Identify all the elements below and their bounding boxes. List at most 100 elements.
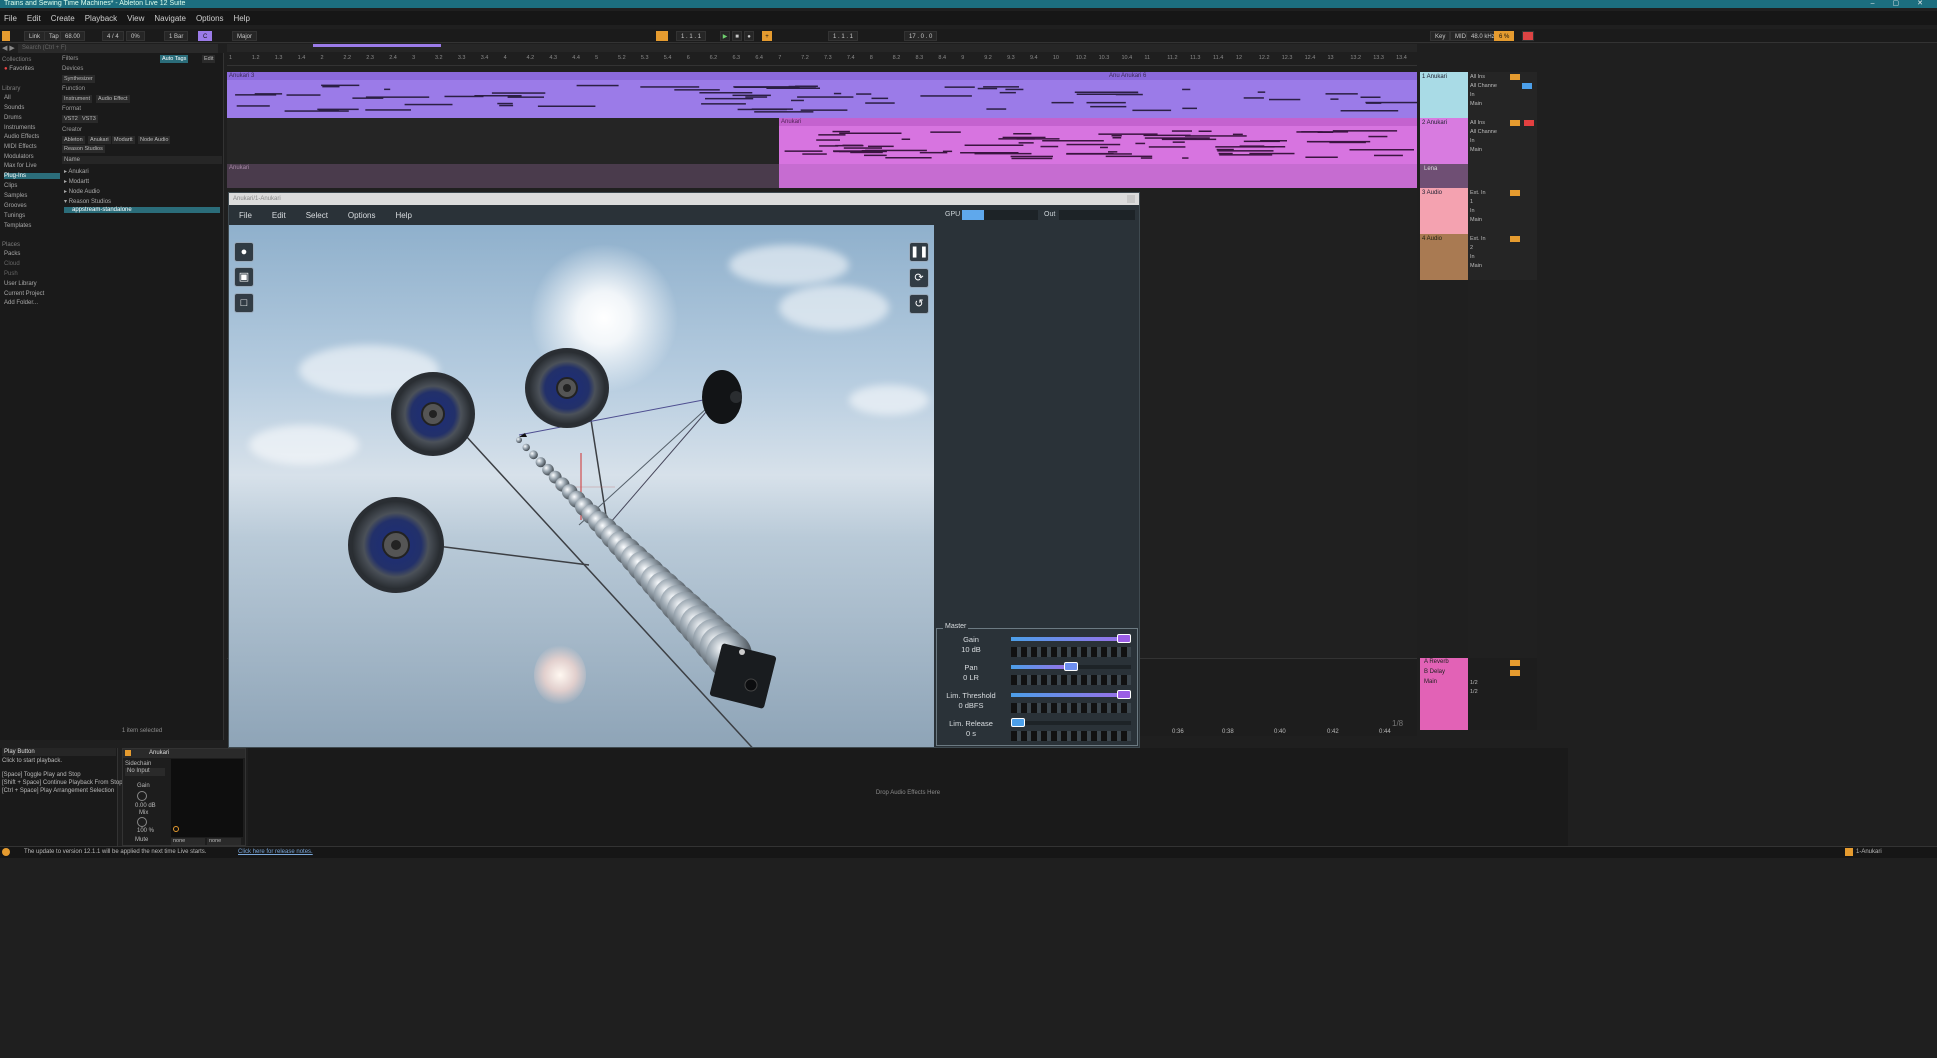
3d-viewport[interactable]: ● ▣ □ ❚❚ ⟳ ↺ bbox=[229, 225, 934, 747]
sidebar-item-grooves[interactable]: Grooves bbox=[4, 203, 27, 209]
tag-vst2[interactable]: VST2 bbox=[62, 115, 80, 123]
midi-clip[interactable]: Anukari bbox=[779, 118, 1417, 164]
return-name[interactable]: Main bbox=[1424, 679, 1437, 685]
track-header-2[interactable]: 2 Anukari bbox=[1420, 118, 1468, 164]
edit-tags-button[interactable]: Edit bbox=[202, 55, 216, 63]
list-item[interactable]: ▸ Node Audio bbox=[64, 188, 100, 195]
tag-node-audio[interactable]: Node Audio bbox=[138, 136, 171, 144]
sidebar-item-clips[interactable]: Clips bbox=[4, 183, 17, 189]
monitor-in[interactable]: In bbox=[1470, 208, 1475, 214]
maximize-icon[interactable]: ▢ bbox=[1893, 0, 1900, 8]
input-select[interactable]: Ext. In bbox=[1470, 190, 1486, 196]
beat-ruler[interactable]: 1 1.2 1.3 1.4 2 2.2 2.3 2.4 3 3.2 3.3 3.4 4 4.2 4.3 4.4… bbox=[227, 52, 1417, 66]
plugin-menu-edit[interactable]: Edit bbox=[262, 211, 296, 220]
record-icon[interactable]: ● bbox=[744, 31, 754, 41]
sidebar-item-instruments[interactable]: Instruments bbox=[4, 125, 35, 131]
song-position[interactable]: 1 . 1 . 1 bbox=[676, 31, 707, 41]
menu-file[interactable]: File bbox=[4, 14, 17, 23]
tag-reason-studios[interactable]: Reason Studios bbox=[62, 145, 105, 153]
creator-label[interactable]: Creator bbox=[62, 127, 82, 133]
overview-viewport[interactable] bbox=[313, 44, 441, 47]
plugin-display[interactable] bbox=[171, 759, 243, 837]
plugin-menu-help[interactable]: Help bbox=[386, 211, 422, 220]
tag-vst3[interactable]: VST3 bbox=[80, 115, 98, 123]
sidebar-item-favorites[interactable]: ● Favorites bbox=[4, 66, 34, 72]
plugin-title[interactable]: Anukari/1-Anukari bbox=[229, 193, 1139, 205]
channel-select[interactable]: All Channe bbox=[1470, 83, 1497, 89]
track-1-lane[interactable]: Anukari 3 Anu Anukari 6 bbox=[227, 72, 1417, 118]
output-select[interactable]: Main bbox=[1470, 263, 1482, 269]
sidebar-item-current-project[interactable]: Current Project bbox=[4, 291, 44, 297]
loop-start[interactable]: 1 . 1 . 1 bbox=[828, 31, 859, 41]
return-activator[interactable] bbox=[1510, 660, 1520, 666]
track-header-2-lane[interactable]: Lena bbox=[1420, 164, 1468, 188]
format-label[interactable]: Format bbox=[62, 106, 81, 112]
menu-options[interactable]: Options bbox=[196, 14, 224, 23]
sidebar-item-templates[interactable]: Templates bbox=[4, 223, 31, 229]
device-power-icon[interactable] bbox=[125, 750, 131, 756]
tag-synthesizer[interactable]: Synthesizer bbox=[62, 75, 95, 83]
track-activator[interactable] bbox=[1510, 74, 1520, 80]
plugin-menu-file[interactable]: File bbox=[229, 211, 262, 220]
sidebar-item-plug-ins[interactable]: Plug-Ins bbox=[4, 173, 60, 179]
track-2-automation-lane[interactable]: Anukari bbox=[227, 164, 1417, 188]
slider-knob[interactable] bbox=[1011, 718, 1025, 727]
slider-knob[interactable] bbox=[1117, 690, 1131, 699]
track-name[interactable]: 4 Audio bbox=[1422, 236, 1442, 242]
monitor-in[interactable]: In bbox=[1470, 254, 1475, 260]
camera-icon[interactable]: ▣ bbox=[234, 267, 254, 287]
track-name[interactable]: 3 Audio bbox=[1422, 190, 1442, 196]
reset-icon[interactable]: ⟳ bbox=[909, 268, 929, 288]
sidebar-item-modulators[interactable]: Modulators bbox=[4, 154, 34, 160]
sidebar-item-packs[interactable]: Packs bbox=[4, 251, 20, 257]
track-activator[interactable] bbox=[1510, 190, 1520, 196]
track-header-1[interactable]: 1 Anukari bbox=[1420, 72, 1468, 118]
sidebar-item-sounds[interactable]: Sounds bbox=[4, 105, 24, 111]
plugin-menu-select[interactable]: Select bbox=[296, 211, 338, 220]
sidebar-item-tunings[interactable]: Tunings bbox=[4, 213, 25, 219]
sidebar-item-all[interactable]: All bbox=[4, 95, 11, 101]
menu-help[interactable]: Help bbox=[234, 14, 250, 23]
track-header-4[interactable]: 4 Audio bbox=[1420, 234, 1468, 280]
overview-strip[interactable] bbox=[227, 44, 1417, 52]
sidebar-item-audio-effects[interactable]: Audio Effects bbox=[4, 134, 39, 140]
list-item[interactable]: ▾ Reason Studios bbox=[64, 198, 111, 205]
name-column-header[interactable]: Name bbox=[62, 156, 222, 164]
mix-knob[interactable] bbox=[137, 817, 147, 827]
select-box-icon[interactable]: □ bbox=[234, 293, 254, 313]
plugin-edit-icon[interactable] bbox=[173, 826, 179, 832]
sidebar-item-cloud[interactable]: Cloud bbox=[4, 261, 20, 267]
key-map-button[interactable]: Key bbox=[1430, 31, 1451, 41]
device-title-bar[interactable]: Anukari bbox=[123, 749, 245, 758]
channel-select[interactable]: 1 bbox=[1470, 199, 1473, 205]
swing-field[interactable]: 0% bbox=[126, 31, 145, 41]
threshold-slider[interactable] bbox=[1011, 690, 1131, 699]
list-item[interactable]: ▸ Modartt bbox=[64, 178, 89, 185]
return-name[interactable]: B Delay bbox=[1424, 669, 1445, 675]
menu-navigate[interactable]: Navigate bbox=[154, 14, 186, 23]
sidebar-item-drums[interactable]: Drums bbox=[4, 115, 22, 121]
sidebar-item-max-for-live[interactable]: Max for Live bbox=[4, 163, 37, 169]
overdub-icon[interactable]: + bbox=[762, 31, 772, 41]
clip-header[interactable]: Anukari 3 bbox=[227, 72, 1107, 80]
sidebar-item-midi-effects[interactable]: MIDI Effects bbox=[4, 144, 37, 150]
sidechain-select[interactable]: No Input bbox=[125, 768, 165, 776]
list-item-selected[interactable]: appstream-standalone bbox=[64, 207, 220, 213]
send-select[interactable]: 1/2 bbox=[1470, 689, 1478, 695]
gain-slider[interactable] bbox=[1011, 634, 1131, 643]
track-name[interactable]: 1 Anukari bbox=[1422, 74, 1447, 80]
clip-header[interactable]: Anu Anukari 6 bbox=[1107, 72, 1417, 80]
tag-anukari[interactable]: Anukari bbox=[88, 136, 111, 144]
input-select[interactable]: Ext. In bbox=[1470, 236, 1486, 242]
sidebar-item-user-library[interactable]: User Library bbox=[4, 281, 37, 287]
plugin-close-icon[interactable] bbox=[1127, 195, 1135, 203]
devices-label[interactable]: Devices bbox=[62, 66, 83, 72]
output-select[interactable]: Main bbox=[1470, 147, 1482, 153]
tag-instrument[interactable]: Instrument bbox=[62, 95, 92, 103]
scale-select[interactable]: Major bbox=[232, 31, 258, 41]
pause-icon[interactable]: ❚❚ bbox=[909, 242, 929, 262]
filters-label[interactable]: Filters bbox=[62, 56, 78, 62]
slider-knob[interactable] bbox=[1064, 662, 1078, 671]
clip-header[interactable]: Anukari bbox=[779, 118, 1417, 126]
release-slider[interactable] bbox=[1011, 718, 1131, 727]
